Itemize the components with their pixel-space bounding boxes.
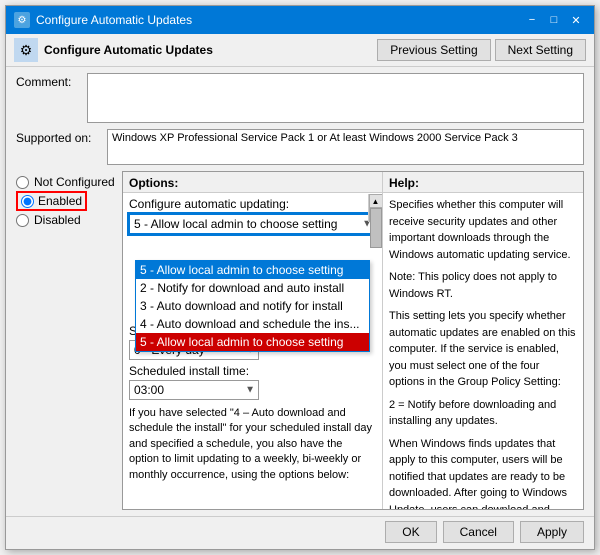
ok-button[interactable]: OK <box>385 521 436 543</box>
options-section: Options: Configure automatic updating: 5… <box>122 171 584 510</box>
apply-button[interactable]: Apply <box>520 521 584 543</box>
help-content: Specifies whether this computer will rec… <box>383 193 583 509</box>
header-bar: ⚙ Configure Automatic Updates Previous S… <box>6 34 594 67</box>
not-configured-radio[interactable]: Not Configured <box>16 175 116 189</box>
dropdown-item-3[interactable]: 3 - Auto download and notify for install <box>136 297 369 315</box>
prev-setting-button[interactable]: Previous Setting <box>377 39 490 61</box>
cancel-button[interactable]: Cancel <box>443 521 514 543</box>
bottom-bar: OK Cancel Apply <box>6 516 594 549</box>
dropdown-item-4[interactable]: 4 - Auto download and schedule the ins..… <box>136 315 369 333</box>
help-p5: When Windows finds updates that apply to… <box>389 436 577 510</box>
not-configured-input[interactable] <box>16 176 29 189</box>
disabled-input[interactable] <box>16 214 29 227</box>
header-title: Configure Automatic Updates <box>44 43 213 57</box>
minimize-button[interactable]: − <box>522 11 542 29</box>
comment-row: Comment: <box>16 73 584 123</box>
content-area: Comment: Supported on: Windows XP Profes… <box>6 67 594 516</box>
maximize-button[interactable]: □ <box>544 11 564 29</box>
config-dropdown[interactable]: 5 - Allow local admin to choose setting … <box>129 214 376 234</box>
scroll-thumb[interactable] <box>370 208 382 248</box>
left-panel: Options: Configure automatic updating: 5… <box>123 172 383 509</box>
help-label: Help: <box>383 172 583 193</box>
enabled-label: Enabled <box>38 194 82 208</box>
left-scrollbar: ▲ ▼ <box>368 194 382 509</box>
help-p1: Specifies whether this computer will rec… <box>389 197 577 263</box>
left-content: Configure automatic updating: 5 - Allow … <box>123 193 382 509</box>
dropdown-item-5a[interactable]: 5 - Allow local admin to choose setting <box>136 261 369 279</box>
scroll-up-btn[interactable]: ▲ <box>369 194 383 208</box>
comment-input[interactable] <box>87 73 584 123</box>
sched-time-label: Scheduled install time: <box>129 364 376 378</box>
config-label: Configure automatic updating: <box>129 197 376 211</box>
right-panel: Help: Specifies whether this computer wi… <box>383 172 583 509</box>
not-configured-label: Not Configured <box>34 175 115 189</box>
note-text: If you have selected "4 – Auto download … <box>129 406 376 483</box>
close-button[interactable]: ✕ <box>566 11 586 29</box>
supported-label: Supported on: <box>16 129 101 145</box>
help-p2: Note: This policy does not apply to Wind… <box>389 269 577 302</box>
help-p4: 2 = Notify before downloading and instal… <box>389 397 577 430</box>
title-bar: ⚙ Configure Automatic Updates − □ ✕ <box>6 6 594 34</box>
supported-row: Supported on: Windows XP Professional Se… <box>16 129 584 165</box>
supported-value: Windows XP Professional Service Pack 1 o… <box>107 129 584 165</box>
enabled-radio[interactable]: Enabled <box>16 191 116 211</box>
main-window: ⚙ Configure Automatic Updates − □ ✕ ⚙ Co… <box>5 5 595 550</box>
title-bar-left: ⚙ Configure Automatic Updates <box>14 12 192 28</box>
title-controls: − □ ✕ <box>522 11 586 29</box>
header-icon: ⚙ <box>14 38 38 62</box>
disabled-radio[interactable]: Disabled <box>16 213 116 227</box>
left-scrollbar-track: ▲ ▼ <box>368 194 382 222</box>
sched-time-dropdown[interactable]: 03:00 <box>129 380 259 400</box>
comment-label: Comment: <box>16 73 81 89</box>
time-row: Scheduled install time: 03:00 ▼ <box>129 364 376 400</box>
next-setting-button[interactable]: Next Setting <box>495 39 586 61</box>
radio-group: Not Configured Enabled Disabled <box>16 171 116 510</box>
options-label: Options: <box>123 172 382 193</box>
enabled-highlight: Enabled <box>16 191 87 211</box>
header-buttons: Previous Setting Next Setting <box>377 39 586 61</box>
dropdown-container: 5 - Allow local admin to choose setting … <box>129 214 376 234</box>
window-icon: ⚙ <box>14 12 30 28</box>
disabled-label: Disabled <box>34 213 81 227</box>
enabled-input[interactable] <box>21 195 34 208</box>
dropdown-item-2[interactable]: 2 - Notify for download and auto install <box>136 279 369 297</box>
sched-time-dropdown-wrap: 03:00 ▼ <box>129 380 259 400</box>
help-p3: This setting lets you specify whether au… <box>389 308 577 391</box>
window-title: Configure Automatic Updates <box>36 13 192 27</box>
dropdown-item-5b[interactable]: 5 - Allow local admin to choose setting <box>136 333 369 351</box>
dropdown-open: 5 - Allow local admin to choose setting … <box>135 260 370 352</box>
